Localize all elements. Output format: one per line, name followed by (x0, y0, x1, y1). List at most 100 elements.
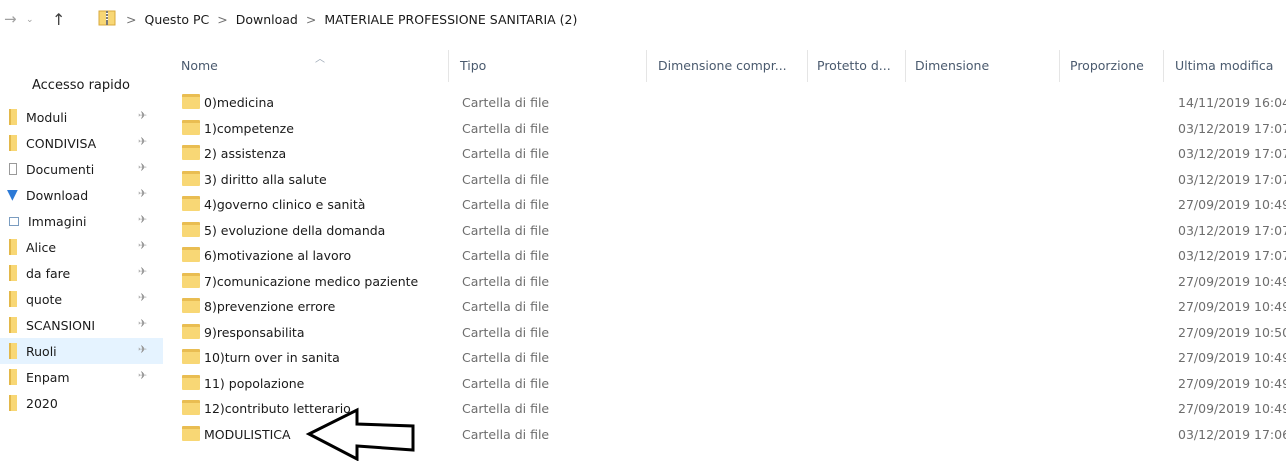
pin-icon: ✈ (138, 343, 148, 356)
breadcrumb-current-folder[interactable]: MATERIALE PROFESSIONE SANITARIA (2) (324, 12, 577, 27)
column-header-password-protected[interactable]: Protetto d... (817, 58, 891, 73)
file-row[interactable]: 2) assistenza Cartella di file 03/12/201… (163, 141, 1286, 167)
sidebar-item-label: Documenti (26, 161, 95, 177)
file-type: Cartella di file (462, 273, 550, 289)
sidebar-item-moduli[interactable]: Moduli ✈ (0, 104, 163, 130)
sidebar-item-documenti[interactable]: Documenti ✈ (0, 156, 163, 182)
file-row[interactable]: 4)governo clinico e sanità Cartella di f… (163, 192, 1286, 218)
sidebar-item-da-fare[interactable]: da fare ✈ (0, 260, 163, 286)
file-name[interactable]: 3) diritto alla salute (204, 172, 327, 187)
file-modified: 27/09/2019 10:49 (1178, 273, 1286, 289)
column-divider[interactable] (448, 50, 449, 82)
file-name[interactable]: 2) assistenza (204, 146, 286, 161)
folder-icon (182, 119, 200, 135)
address-bar: → ⌄ ↑ > Questo PC > Download > MATERIALE… (0, 0, 1286, 44)
column-header-compressed-size[interactable]: Dimensione compr... (658, 58, 787, 73)
sidebar-item-label: Ruoli (26, 343, 57, 359)
column-divider[interactable] (1059, 50, 1060, 82)
sidebar-item-quote[interactable]: quote ✈ (0, 286, 163, 312)
folder-icon (182, 272, 200, 288)
file-type: Cartella di file (462, 197, 550, 212)
file-type: Cartella di file (462, 146, 550, 161)
file-row[interactable]: 7)comunicazione medico paziente Cartella… (163, 269, 1286, 295)
download-icon: ▼ (7, 187, 18, 203)
file-name[interactable]: 4)governo clinico e sanità (204, 197, 365, 212)
column-header-size[interactable]: Dimensione (915, 58, 989, 73)
column-header-modified[interactable]: Ultima modifica (1175, 58, 1273, 73)
recent-locations-chevron-icon[interactable]: ⌄ (26, 15, 34, 25)
file-row[interactable]: 6)motivazione al lavoro Cartella di file… (163, 243, 1286, 269)
file-name[interactable]: 6)motivazione al lavoro (204, 248, 351, 263)
file-name[interactable]: 7)comunicazione medico paziente (204, 274, 418, 289)
sidebar-item-alice[interactable]: Alice ✈ (0, 234, 163, 260)
folder-icon (182, 323, 200, 339)
folder-icon (182, 400, 200, 415)
navigation-pane: Accesso rapido Moduli ✈ CONDIVISA ✈ Docu… (0, 70, 163, 461)
pin-icon: ✈ (138, 109, 148, 122)
file-type: Cartella di file (462, 299, 550, 314)
up-arrow-icon[interactable]: ↑ (52, 10, 65, 29)
column-divider[interactable] (646, 50, 647, 82)
breadcrumb: > Questo PC > Download > MATERIALE PROFE… (124, 12, 577, 27)
file-name[interactable]: 10)turn over in sanita (204, 350, 340, 365)
pin-icon: ✈ (138, 187, 148, 200)
folder-icon (182, 145, 200, 160)
image-icon (9, 216, 19, 226)
sidebar-item-label: Moduli (26, 109, 68, 125)
file-modified: 03/12/2019 17:07 (1178, 222, 1286, 238)
sidebar-item-label: CONDIVISA (26, 135, 97, 151)
file-type: Cartella di file (462, 222, 550, 238)
annotation-arrow-icon (305, 407, 415, 461)
file-row[interactable]: 11) popolazione Cartella di file 27/09/2… (163, 371, 1286, 397)
column-divider[interactable] (905, 50, 906, 82)
file-row[interactable]: 10)turn over in sanita Cartella di file … (163, 345, 1286, 371)
back-arrow-icon[interactable]: → (4, 10, 17, 28)
sidebar-item-label: 2020 (26, 395, 58, 411)
file-name[interactable]: 9)responsabilita (204, 325, 305, 340)
folder-icon (182, 298, 200, 313)
folder-icon (9, 239, 17, 255)
sort-ascending-icon: ︿ (315, 54, 325, 65)
document-icon (9, 163, 17, 175)
sidebar-item-scansioni[interactable]: SCANSIONI ✈ (0, 312, 163, 338)
file-type: Cartella di file (462, 95, 550, 110)
sidebar-item-ruoli[interactable]: Ruoli ✈ (0, 338, 163, 364)
file-row[interactable]: 3) diritto alla salute Cartella di file … (163, 167, 1286, 193)
file-name[interactable]: 11) popolazione (204, 376, 304, 391)
file-type: Cartella di file (462, 401, 550, 416)
sidebar-item-immagini[interactable]: Immagini ✈ (0, 208, 163, 234)
file-type: Cartella di file (462, 350, 550, 365)
file-modified: 27/09/2019 10:49 (1178, 197, 1286, 212)
sidebar-item-enpam[interactable]: Enpam ✈ (0, 364, 163, 390)
pin-icon: ✈ (138, 239, 148, 252)
file-row[interactable]: 8)prevenzione errore Cartella di file 27… (163, 294, 1286, 320)
file-name[interactable]: 1)competenze (204, 121, 294, 136)
file-modified: 14/11/2019 16:04 (1178, 95, 1286, 110)
column-header-ratio[interactable]: Proporzione (1070, 58, 1144, 73)
quick-access-header[interactable]: Accesso rapido (32, 78, 130, 93)
file-modified: 03/12/2019 17:07 (1178, 120, 1286, 136)
column-header-type[interactable]: Tipo (460, 58, 486, 73)
sidebar-item-2020[interactable]: 2020 (0, 390, 163, 416)
file-name[interactable]: 8)prevenzione errore (204, 299, 335, 314)
column-divider[interactable] (1163, 50, 1164, 82)
sidebar-item-label: da fare (26, 265, 71, 281)
file-row[interactable]: 9)responsabilita Cartella di file 27/09/… (163, 320, 1286, 346)
file-name[interactable]: MODULISTICA (204, 427, 291, 442)
sidebar-item-condivisa[interactable]: CONDIVISA ✈ (0, 130, 163, 156)
folder-icon (182, 349, 200, 364)
breadcrumb-questo-pc[interactable]: Questo PC (144, 12, 209, 27)
file-name[interactable]: 5) evoluzione della domanda (204, 223, 385, 238)
column-header-name[interactable]: Nome (181, 58, 218, 73)
breadcrumb-download[interactable]: Download (236, 12, 298, 27)
file-type: Cartella di file (462, 120, 550, 136)
sidebar-item-label: Enpam (26, 369, 70, 385)
sidebar-item-download[interactable]: ▼ Download ✈ (0, 182, 163, 208)
file-row[interactable]: 0)medicina Cartella di file 14/11/2019 1… (163, 90, 1286, 116)
column-divider[interactable] (807, 50, 808, 82)
file-name[interactable]: 0)medicina (204, 95, 274, 110)
file-row[interactable]: 5) evoluzione della domanda Cartella di … (163, 218, 1286, 244)
file-modified: 03/12/2019 17:07 (1178, 146, 1286, 161)
sidebar-item-label: quote (26, 291, 63, 307)
file-row[interactable]: 1)competenze Cartella di file 03/12/2019… (163, 116, 1286, 142)
